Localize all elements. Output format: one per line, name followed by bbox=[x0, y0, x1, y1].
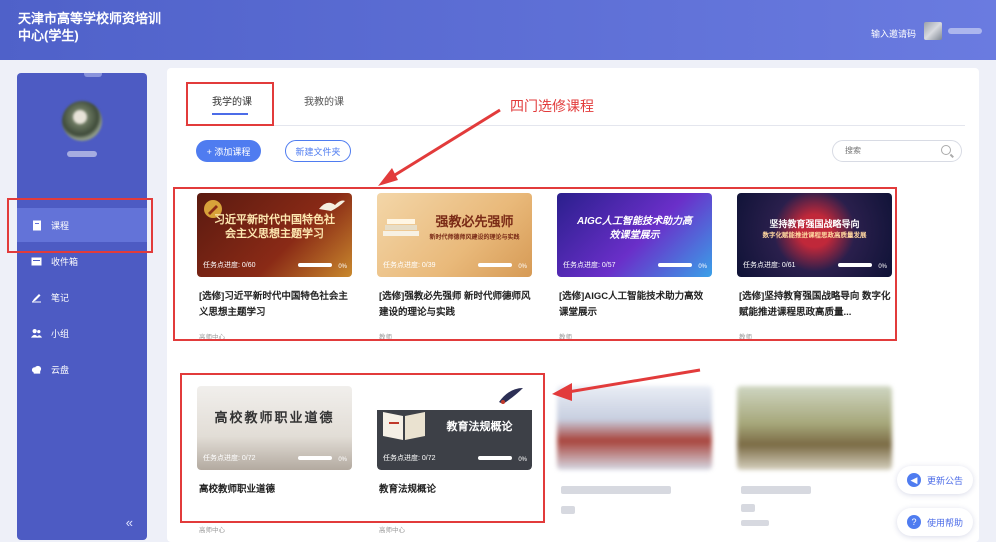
megaphone-icon: ◀ bbox=[907, 473, 921, 487]
announcement-label: 更新公告 bbox=[927, 475, 964, 486]
help-label: 使用帮助 bbox=[927, 517, 964, 528]
help-button[interactable]: ? 使用帮助 bbox=[897, 508, 974, 536]
announcement-button[interactable]: ◀ 更新公告 bbox=[897, 466, 974, 494]
help-icon: ? bbox=[907, 515, 921, 529]
annotation-arrows bbox=[378, 108, 701, 401]
